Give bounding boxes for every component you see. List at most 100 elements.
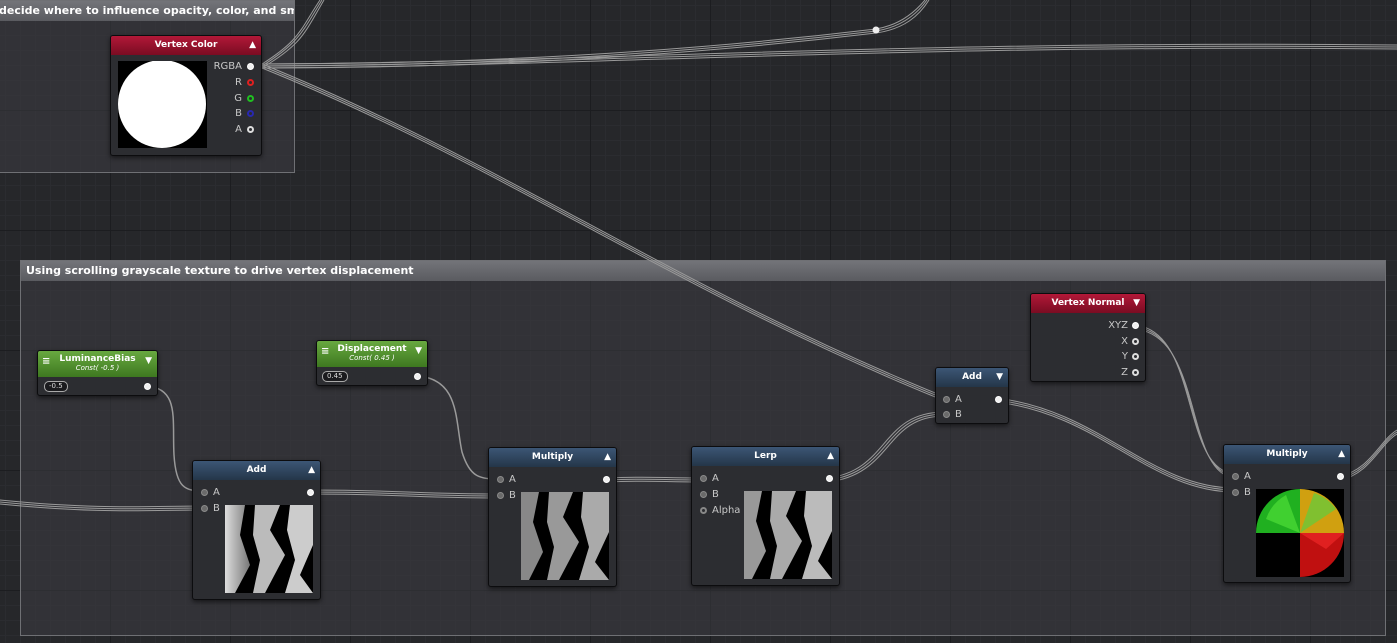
output-pin-rgba[interactable] xyxy=(247,63,254,70)
output-pin-rgba-label: RGBA xyxy=(213,61,242,72)
noise-texture-preview xyxy=(744,491,832,579)
multiply-node-mid[interactable]: Multiply ▲ A B xyxy=(488,447,617,587)
output-pin-a[interactable] xyxy=(247,126,254,133)
multiply-mid-title: Multiply xyxy=(531,452,574,462)
lerp-output-pin[interactable] xyxy=(826,475,833,482)
output-pin-b-label: B xyxy=(235,108,242,119)
displacement-title: Displacement xyxy=(337,344,407,354)
wire-reroute-dot xyxy=(872,26,880,34)
add-left-input-a[interactable] xyxy=(201,489,208,496)
output-pin-xyz[interactable] xyxy=(1132,322,1139,329)
output-pin-g[interactable] xyxy=(247,95,254,102)
luminance-bias-title: LuminanceBias xyxy=(59,354,136,364)
multiply-mid-input-b[interactable] xyxy=(497,492,504,499)
add-node-right[interactable]: Add ▼ A B xyxy=(935,367,1009,424)
collapse-icon[interactable]: ▲ xyxy=(604,448,611,467)
multiply-right-input-a-label: A xyxy=(1244,471,1251,482)
add-right-input-b[interactable] xyxy=(943,411,950,418)
output-pin-z[interactable] xyxy=(1132,369,1139,376)
multiply-mid-input-a[interactable] xyxy=(497,476,504,483)
dropdown-icon[interactable]: ▼ xyxy=(415,346,422,356)
multiply-node-right[interactable]: Multiply ▲ A B xyxy=(1223,444,1351,583)
add-right-input-b-label: B xyxy=(955,409,962,420)
output-pin-xyz-label: XYZ xyxy=(1108,320,1128,331)
luminance-bias-subtitle: Const( -0.5 ) xyxy=(75,364,120,372)
vertex-color-header[interactable]: Vertex Color ▲ xyxy=(111,36,261,55)
output-pin-z-label: Z xyxy=(1121,367,1128,378)
noise-texture-image xyxy=(744,491,832,579)
output-pin-r-label: R xyxy=(235,77,242,88)
multiply-right-header[interactable]: Multiply ▲ xyxy=(1224,445,1350,464)
lerp-title: Lerp xyxy=(754,451,777,461)
add-left-title: Add xyxy=(246,465,267,475)
collapse-icon[interactable]: ▲ xyxy=(308,461,315,480)
add-left-input-a-label: A xyxy=(213,487,220,498)
add-right-title: Add xyxy=(962,372,982,382)
add-right-output-pin[interactable] xyxy=(995,396,1002,403)
vertex-color-node[interactable]: Vertex Color ▲ RGBA R G B A xyxy=(110,35,262,156)
add-right-input-a[interactable] xyxy=(943,396,950,403)
output-pin-x[interactable] xyxy=(1132,338,1139,345)
multiply-mid-output-pin[interactable] xyxy=(603,476,610,483)
collapse-icon[interactable]: ▲ xyxy=(249,36,256,55)
lerp-input-a[interactable] xyxy=(700,475,707,482)
add-node-left[interactable]: Add ▲ A B xyxy=(192,460,321,600)
menu-icon[interactable]: ≡ xyxy=(321,347,329,357)
displacement-output-pin[interactable] xyxy=(414,373,421,380)
output-pin-y-label: Y xyxy=(1121,351,1128,362)
add-right-input-a-label: A xyxy=(955,394,962,405)
collapse-icon[interactable]: ▲ xyxy=(827,447,834,466)
white-sphere-preview xyxy=(118,61,206,148)
vertex-color-preview xyxy=(118,61,207,148)
multiply-mid-input-b-label: B xyxy=(509,490,516,501)
luminance-bias-node[interactable]: ≡ LuminanceBias Const( -0.5 ) ▼ -0.5 xyxy=(37,350,158,396)
noise-texture-image xyxy=(225,505,313,593)
lerp-node[interactable]: Lerp ▲ A B Alpha xyxy=(691,446,840,586)
luminance-bias-output-pin[interactable] xyxy=(144,383,151,390)
noise-texture-image xyxy=(521,492,609,580)
multiply-right-input-b-label: B xyxy=(1244,487,1251,498)
add-left-output-pin[interactable] xyxy=(307,489,314,496)
lerp-input-a-label: A xyxy=(712,473,719,484)
menu-icon[interactable]: ≡ xyxy=(42,357,50,367)
vertex-normal-header[interactable]: Vertex Normal ▼ xyxy=(1031,294,1145,313)
multiply-right-input-b[interactable] xyxy=(1232,489,1239,496)
vertex-normal-node[interactable]: Vertex Normal ▼ XYZ X Y Z xyxy=(1030,293,1146,382)
lerp-header[interactable]: Lerp ▲ xyxy=(692,447,839,466)
multiply-right-output-pin[interactable] xyxy=(1337,473,1344,480)
add-right-header[interactable]: Add ▼ xyxy=(936,368,1008,387)
output-pin-a-label: A xyxy=(235,124,242,135)
luminance-bias-value-field[interactable]: -0.5 xyxy=(44,381,68,392)
dropdown-icon[interactable]: ▼ xyxy=(145,356,152,366)
noise-texture-preview xyxy=(225,505,313,593)
output-pin-y[interactable] xyxy=(1132,353,1139,360)
add-left-input-b[interactable] xyxy=(201,505,208,512)
displacement-subtitle: Const( 0.45 ) xyxy=(349,354,395,362)
luminance-bias-header[interactable]: ≡ LuminanceBias Const( -0.5 ) ▼ xyxy=(38,351,157,377)
wire-add-to-mulright xyxy=(995,397,1236,489)
displacement-node[interactable]: ≡ Displacement Const( 0.45 ) ▼ 0.45 xyxy=(316,340,428,386)
dropdown-icon[interactable]: ▼ xyxy=(996,368,1003,387)
output-pin-x-label: X xyxy=(1121,336,1128,347)
output-pin-b[interactable] xyxy=(247,110,254,117)
multiply-mid-header[interactable]: Multiply ▲ xyxy=(489,448,616,467)
noise-texture-preview xyxy=(521,492,609,580)
add-left-header[interactable]: Add ▲ xyxy=(193,461,320,480)
lerp-input-b[interactable] xyxy=(700,491,707,498)
wire-left-to-add-b xyxy=(0,499,205,508)
multiply-right-title: Multiply xyxy=(1266,449,1308,459)
wire-rgba-up xyxy=(261,0,321,65)
displacement-value-field[interactable]: 0.45 xyxy=(322,371,348,382)
collapse-icon[interactable]: ▲ xyxy=(1338,445,1345,464)
multiply-mid-input-a-label: A xyxy=(509,474,516,485)
dropdown-icon[interactable]: ▼ xyxy=(1133,294,1140,313)
output-pin-r[interactable] xyxy=(247,79,254,86)
displacement-header[interactable]: ≡ Displacement Const( 0.45 ) ▼ xyxy=(317,341,427,367)
colored-sphere-image xyxy=(1256,489,1344,577)
lerp-input-alpha-label: Alpha xyxy=(712,505,741,516)
multiply-right-input-a[interactable] xyxy=(1232,473,1239,480)
lerp-input-alpha[interactable] xyxy=(700,507,707,514)
colored-sphere-preview xyxy=(1256,489,1344,577)
wire-mul-to-lerp xyxy=(604,476,704,479)
wire-normal-to-mulright xyxy=(1133,324,1236,475)
